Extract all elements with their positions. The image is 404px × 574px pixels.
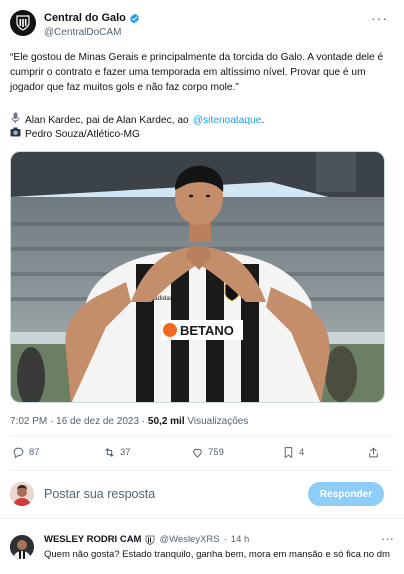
club-badge-icon (146, 535, 155, 545)
name-row: Central do Galo (44, 12, 140, 24)
commenter-avatar[interactable] (10, 535, 34, 559)
divider-top (10, 436, 394, 437)
like-action[interactable]: 759 (191, 446, 224, 459)
comment-separator: · (223, 534, 227, 545)
action-bar: 87 37 759 4 (10, 444, 394, 464)
credit-text-end: . (261, 114, 265, 126)
reply-button[interactable]: Responder (308, 482, 384, 506)
retweet-action[interactable]: 37 (103, 446, 131, 459)
current-user-avatar[interactable] (10, 482, 34, 506)
divider-comments (0, 518, 404, 519)
tweet-text: “Ele gostou de Minas Gerais e principalm… (10, 52, 384, 93)
bookmark-count: 4 (299, 447, 305, 458)
comment-text: Quem não gosta? Estado tranquilo, ganha … (44, 549, 390, 560)
like-count: 759 (208, 447, 224, 458)
reply-comment[interactable]: WESLEY RODRI CAM @WesleyXRS · 14 h ··· Q… (0, 528, 404, 574)
microphone-icon (10, 112, 21, 128)
more-options-icon[interactable]: ··· (371, 10, 388, 26)
player-heart-gesture-photo: BETANO adidas (11, 152, 384, 402)
share-action[interactable] (367, 446, 380, 459)
comment-time[interactable]: 14 h (231, 534, 250, 545)
retweet-count: 37 (120, 447, 131, 458)
verified-badge-icon (130, 13, 139, 23)
bookmark-icon (284, 447, 293, 459)
credit-text: Alan Kardec, pai de Alan Kardec, ao (25, 114, 189, 126)
views-count: 50,2 mil (147, 416, 185, 427)
quote-credit-line: Alan Kardec, pai de Alan Kardec, ao @sit… (10, 112, 264, 128)
author-name[interactable]: Central do Galo (44, 12, 126, 24)
reply-action[interactable]: 87 (12, 446, 40, 459)
divider-bottom (10, 470, 394, 471)
bookmark-action[interactable]: 4 (282, 446, 304, 459)
commenter-name[interactable]: WESLEY RODRI CAM (44, 534, 141, 545)
author-avatar[interactable] (10, 10, 36, 36)
comment-more-icon[interactable]: ··· (381, 531, 394, 546)
reply-input[interactable]: Postar sua resposta (44, 487, 155, 501)
photo-credit-line: Pedro Souza/Atlético-MG (10, 127, 140, 142)
commenter-handle[interactable]: @WesleyXRS (159, 534, 219, 545)
meta-separator: · (50, 416, 54, 427)
photo-credit-text: Pedro Souza/Atlético-MG (25, 129, 140, 140)
tweet-date[interactable]: 16 de dez de 2023 (56, 416, 139, 427)
reply-count: 87 (29, 447, 40, 458)
heart-icon (193, 448, 202, 458)
author-handle[interactable]: @CentralDoCAM (44, 27, 121, 38)
tweet-time[interactable]: 7:02 PM (10, 416, 47, 427)
camera-icon (10, 127, 21, 142)
share-icon (369, 447, 378, 458)
club-shield-icon (16, 15, 30, 31)
mention-link[interactable]: @sitenoataque (193, 113, 262, 128)
meta-separator-2: · (141, 416, 146, 427)
user-photo (10, 482, 34, 506)
commenter-photo (10, 535, 34, 559)
sponsor-logo-text: BETANO (180, 323, 234, 338)
reply-icon (13, 447, 24, 459)
views-label: Visualizações (187, 416, 249, 427)
tweet-meta: 7:02 PM · 16 de dez de 2023 · 50,2 mil V… (10, 416, 248, 427)
comment-header: WESLEY RODRI CAM @WesleyXRS · 14 h (44, 534, 249, 545)
retweet-icon (105, 448, 114, 457)
tweet-media-photo[interactable]: BETANO adidas (10, 151, 385, 403)
reply-composer: Postar sua resposta Responder (0, 476, 404, 512)
tweet-header: Central do Galo @CentralDoCAM ··· (10, 10, 394, 46)
